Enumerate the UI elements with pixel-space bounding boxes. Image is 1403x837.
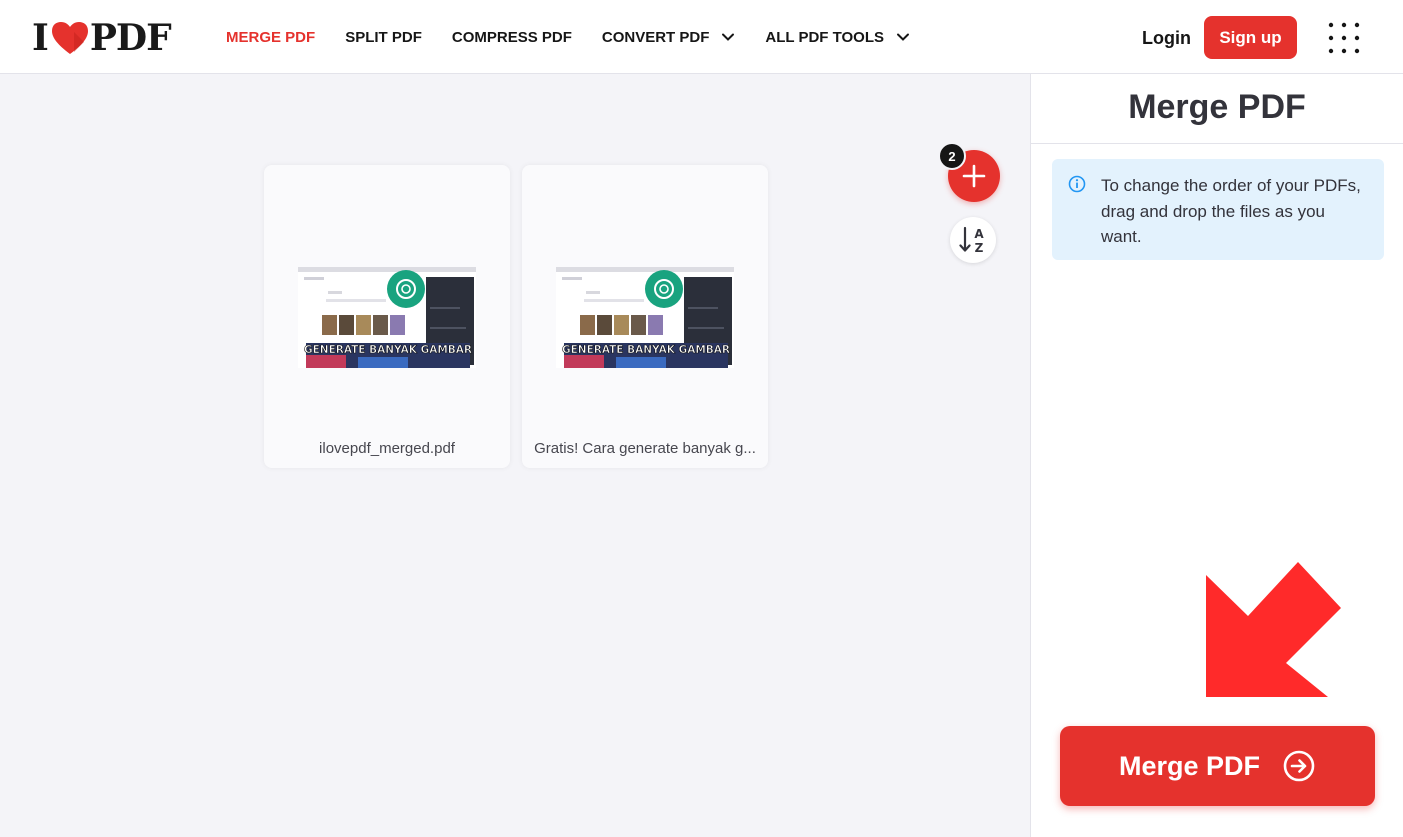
sidebar-title: Merge PDF bbox=[1128, 88, 1306, 126]
pointer-arrow-icon bbox=[1206, 562, 1341, 697]
svg-text:Z: Z bbox=[975, 241, 984, 255]
nav-label: SPLIT PDF bbox=[345, 28, 422, 46]
chevron-down-icon bbox=[722, 33, 735, 41]
nav-split-pdf[interactable]: SPLIT PDF bbox=[345, 29, 422, 46]
svg-text:A: A bbox=[974, 227, 984, 241]
merge-pdf-button[interactable]: Merge PDF bbox=[1060, 726, 1375, 806]
ilovepdf-logo[interactable]: I PDF bbox=[32, 17, 172, 59]
file-count-badge: 2 bbox=[938, 142, 966, 170]
nav-merge-pdf[interactable]: MERGE PDF bbox=[226, 29, 315, 46]
header: I PDF MERGE PDF SPLIT PDF COMPRESS PDF C… bbox=[0, 0, 1403, 74]
nav-label: CONVERT PDF bbox=[601, 28, 710, 46]
merge-button-label: Merge PDF bbox=[1118, 750, 1261, 781]
nav-label: COMPRESS PDF bbox=[451, 28, 572, 46]
nav-compress-pdf[interactable]: COMPRESS PDF bbox=[452, 29, 572, 46]
logo-text-i: I bbox=[32, 17, 49, 59]
info-box: To change the order of your PDFs, drag a… bbox=[1052, 159, 1384, 260]
file-name: ilovepdf_merged.pdf bbox=[319, 440, 455, 457]
file-thumbnail: GENERATE BANYAK GAMBAR bbox=[298, 267, 476, 368]
thumb-caption: GENERATE BANYAK GAMBAR bbox=[562, 344, 730, 356]
nav-label: ALL PDF TOOLS bbox=[765, 28, 885, 46]
thumb-caption: GENERATE BANYAK GAMBAR bbox=[304, 344, 472, 356]
divider bbox=[1031, 143, 1403, 144]
nav-all-pdf-tools[interactable]: ALL PDF TOOLS bbox=[765, 29, 910, 46]
tool-sidebar: Merge PDF To change the order of your PD… bbox=[1030, 74, 1403, 837]
file-card[interactable]: GENERATE BANYAK GAMBAR Gratis! Cara gene… bbox=[522, 165, 768, 468]
sort-files-button[interactable]: A Z bbox=[950, 217, 996, 263]
plus-icon bbox=[962, 164, 986, 188]
grid-icon[interactable] bbox=[1328, 22, 1360, 54]
main-nav: MERGE PDF SPLIT PDF COMPRESS PDF CONVERT… bbox=[226, 0, 940, 74]
nav-label: MERGE PDF bbox=[226, 28, 316, 46]
heart-icon bbox=[51, 22, 88, 54]
login-link[interactable]: Login bbox=[1142, 28, 1191, 49]
arrow-right-circle-icon bbox=[1283, 750, 1315, 782]
nav-convert-pdf[interactable]: CONVERT PDF bbox=[602, 29, 736, 46]
info-text: To change the order of your PDFs, drag a… bbox=[1101, 176, 1361, 246]
files-workspace: GENERATE BANYAK GAMBAR ilovepdf_merged.p… bbox=[0, 74, 1030, 837]
chatgpt-logo bbox=[387, 270, 425, 308]
info-icon bbox=[1068, 175, 1086, 193]
logo-text-pdf: PDF bbox=[89, 17, 172, 59]
chevron-down-icon bbox=[897, 33, 910, 41]
file-name: Gratis! Cara generate banyak g... bbox=[534, 440, 756, 457]
sort-az-icon: A Z bbox=[959, 226, 984, 255]
signup-button[interactable]: Sign up bbox=[1204, 16, 1297, 59]
file-card[interactable]: GENERATE BANYAK GAMBAR ilovepdf_merged.p… bbox=[264, 165, 510, 468]
file-thumbnail: GENERATE BANYAK GAMBAR bbox=[556, 267, 734, 368]
chatgpt-logo bbox=[645, 270, 683, 308]
